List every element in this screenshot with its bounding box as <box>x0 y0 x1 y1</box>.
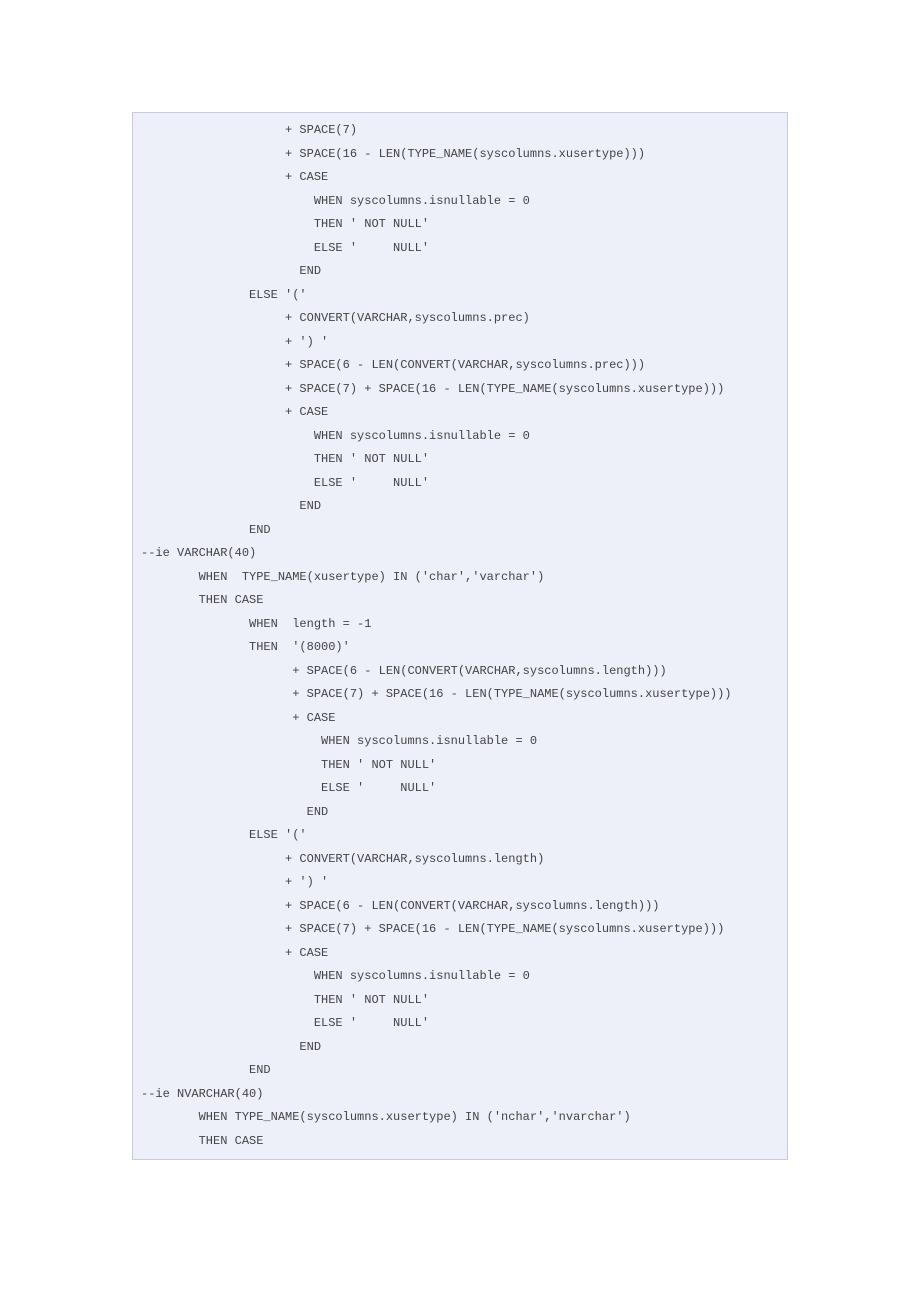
page: + SPACE(7) + SPACE(16 - LEN(TYPE_NAME(sy… <box>0 0 920 1280</box>
code-block: + SPACE(7) + SPACE(16 - LEN(TYPE_NAME(sy… <box>132 112 788 1160</box>
